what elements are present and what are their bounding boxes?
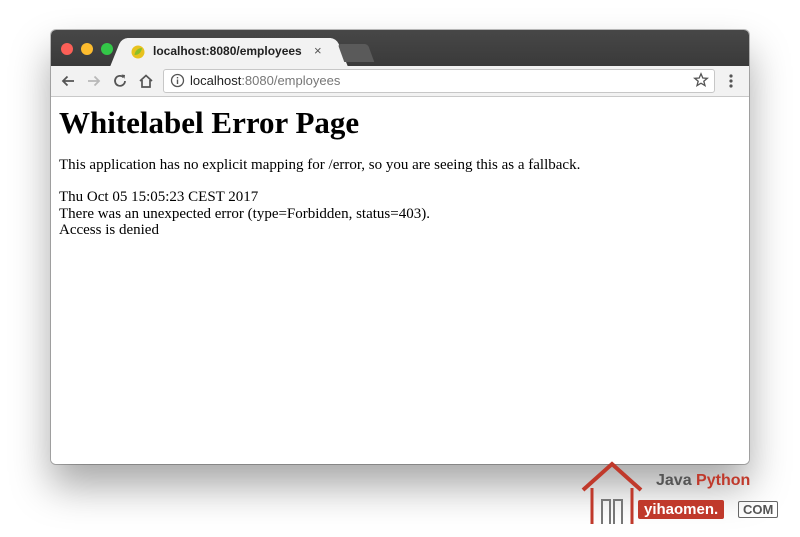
- browser-window: localhost:8080/employees × localhost:808…: [51, 30, 749, 464]
- forward-arrow-icon[interactable]: [85, 72, 103, 90]
- minimize-window-button[interactable]: [81, 43, 93, 55]
- url-text[interactable]: localhost:8080/employees: [190, 73, 340, 88]
- maximize-window-button[interactable]: [101, 43, 113, 55]
- fallback-message: This application has no explicit mapping…: [59, 157, 581, 173]
- error-timestamp: Thu Oct 05 15:05:23 CEST 2017: [59, 189, 259, 205]
- tab-title: localhost:8080/employees: [153, 44, 302, 58]
- page-title: Whitelabel Error Page: [59, 105, 360, 140]
- menu-icon[interactable]: [725, 72, 737, 90]
- back-arrow-icon[interactable]: [59, 72, 77, 90]
- watermark-java: Java Python: [656, 472, 750, 490]
- new-tab-button[interactable]: [337, 44, 375, 62]
- watermark-java-text: Java: [656, 472, 692, 489]
- error-description: There was an unexpected error (type=Forb…: [59, 205, 430, 222]
- page-content: Whitelabel Error Page This application h…: [51, 97, 749, 464]
- tab-close-icon[interactable]: ×: [314, 43, 322, 58]
- house-logo-icon: [581, 461, 643, 524]
- home-icon[interactable]: [137, 72, 155, 90]
- toolbar: localhost:8080/employees: [51, 66, 749, 97]
- url-host: localhost: [190, 73, 242, 88]
- title-bar: localhost:8080/employees ×: [51, 30, 749, 66]
- tab-active[interactable]: localhost:8080/employees ×: [123, 38, 335, 66]
- watermark-domain: yihaomen.: [638, 500, 725, 519]
- star-icon[interactable]: [693, 72, 709, 88]
- spring-leaf-icon: [131, 45, 145, 59]
- address-bar[interactable]: localhost:8080/employees: [163, 69, 715, 93]
- watermark-tld: COM: [738, 501, 779, 518]
- error-message: Access is denied: [59, 222, 159, 238]
- close-window-button[interactable]: [61, 43, 73, 55]
- watermark-python: Python: [696, 472, 751, 489]
- url-path: :8080/employees: [241, 73, 341, 88]
- info-icon[interactable]: [170, 73, 185, 88]
- error-details: Thu Oct 05 15:05:23 CEST 2017 There was …: [59, 189, 430, 239]
- watermark: Java Python yihaomen. COM: [580, 460, 790, 530]
- reload-icon[interactable]: [111, 72, 129, 90]
